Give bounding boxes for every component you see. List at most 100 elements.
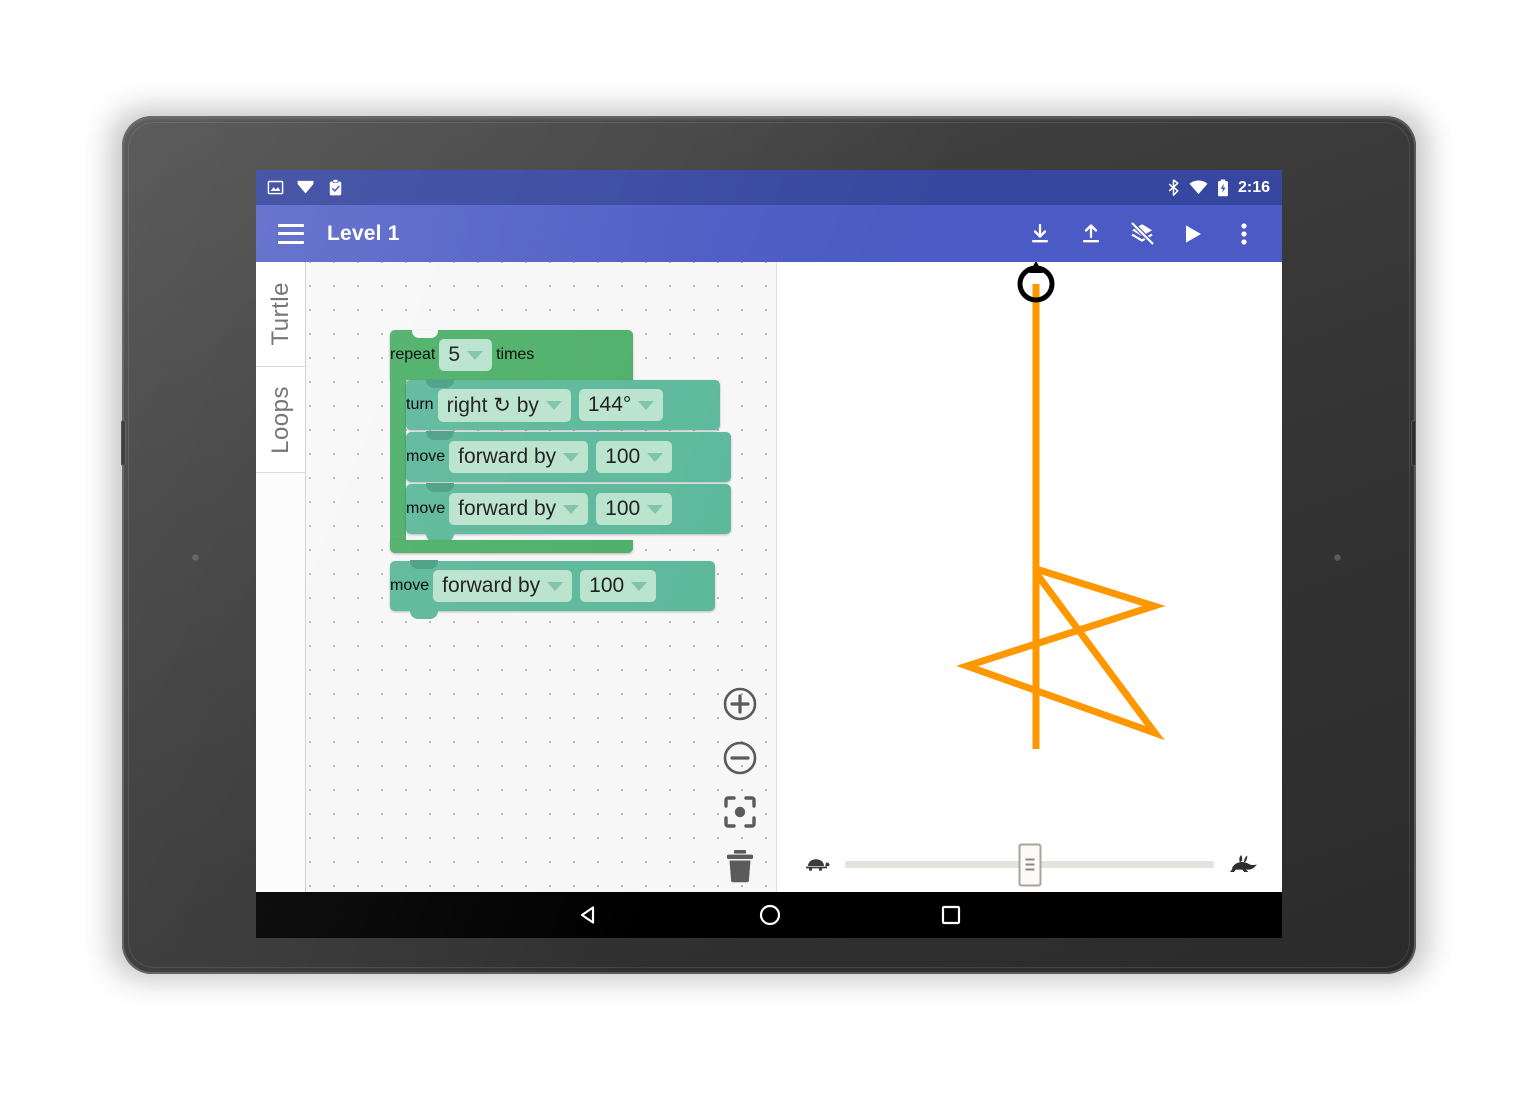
wifi-icon <box>1189 180 1208 195</box>
tab-loops-label: Loops <box>266 385 294 454</box>
chevron-down-icon <box>638 400 655 410</box>
tab-turtle[interactable]: Turtle <box>256 262 305 367</box>
chevron-down-icon <box>647 452 664 462</box>
status-notification-icons <box>256 178 344 197</box>
zoom-out-button[interactable] <box>722 740 758 776</box>
move-direction-field[interactable]: forward by <box>449 493 589 525</box>
status-system-icons: 2:16 <box>1167 179 1282 197</box>
block-move[interactable]: move forward by 100 <box>390 560 715 619</box>
overflow-button[interactable] <box>1231 221 1257 247</box>
clipboard-check-icon <box>327 178 344 197</box>
move-amount-value: 100 <box>589 574 625 597</box>
device-side-button-left <box>121 420 126 466</box>
block-tab <box>410 610 438 619</box>
image-icon <box>267 179 284 196</box>
tablet-screen: 2:16 Level 1 Turtle Loops repeat 5 times… <box>256 170 1282 938</box>
zoom-in-button[interactable] <box>722 686 758 722</box>
block-notch <box>426 431 454 440</box>
android-status-bar: 2:16 <box>256 170 1282 205</box>
battery-icon <box>1217 178 1229 197</box>
block-notch <box>410 560 438 569</box>
hamburger-menu-icon[interactable] <box>278 223 304 244</box>
status-clock: 2:16 <box>1237 178 1270 196</box>
turn-keyword: turn <box>406 396 434 413</box>
page-title: Level 1 <box>327 221 400 245</box>
turtle-canvas[interactable] <box>777 262 1282 892</box>
turtle-path <box>956 284 1166 749</box>
move-direction-field[interactable]: forward by <box>433 570 573 602</box>
move-amount-field[interactable]: 100 <box>596 441 673 473</box>
tabstrip-filler <box>256 473 305 892</box>
block-repeat[interactable]: repeat 5 times turn right ↻ by 144° move… <box>390 330 736 553</box>
speed-slider-thumb[interactable] <box>1018 843 1041 886</box>
move-keyword: move <box>406 500 446 517</box>
tortoise-icon <box>801 852 831 877</box>
blockly-workspace[interactable]: repeat 5 times turn right ↻ by 144° move… <box>306 262 777 892</box>
chevron-down-icon <box>631 581 648 591</box>
app-bar: Level 1 <box>256 205 1282 262</box>
repeat-keyword: repeat <box>390 346 436 363</box>
move-amount-value: 100 <box>605 497 641 520</box>
move-keyword: move <box>390 577 430 594</box>
repeat-footer <box>390 540 633 553</box>
app-bar-actions <box>1027 220 1282 247</box>
move-direction-value: forward by <box>458 445 557 468</box>
repeat-left-bar <box>390 380 406 540</box>
block-notch <box>426 379 454 388</box>
move-keyword: move <box>406 448 446 465</box>
turn-direction-value: right ↻ by <box>446 393 539 417</box>
chevron-down-icon <box>467 350 484 360</box>
bluetooth-icon <box>1167 179 1180 196</box>
chevron-down-icon <box>563 452 580 462</box>
block-move[interactable]: move forward by 100 <box>406 483 731 542</box>
home-button[interactable] <box>758 903 782 927</box>
move-direction-value: forward by <box>442 574 541 597</box>
chevron-down-icon <box>647 504 664 514</box>
turtle-drawing <box>956 262 1166 749</box>
chevron-down-icon <box>545 400 562 410</box>
app-body: Turtle Loops repeat 5 times turn right ↻… <box>256 262 1282 892</box>
layers-off-button[interactable] <box>1129 220 1155 247</box>
repeat-count-value: 5 <box>448 343 461 366</box>
block-repeat-header[interactable]: repeat 5 times <box>390 330 633 380</box>
block-notch <box>412 330 438 338</box>
workspace-controls <box>722 686 758 884</box>
repeat-times-keyword: times <box>496 346 535 363</box>
block-move-after-loop-wrapper: move forward by 100 <box>390 560 715 619</box>
turn-amount-field[interactable]: 144° <box>578 389 664 421</box>
chevron-down-icon <box>547 581 564 591</box>
move-direction-value: forward by <box>458 497 557 520</box>
device-camera-right <box>1334 554 1341 561</box>
turn-direction-field[interactable]: right ↻ by <box>437 388 571 422</box>
screenshot-stage: 2:16 Level 1 Turtle Loops repeat 5 times… <box>0 0 1538 1117</box>
upload-button[interactable] <box>1078 221 1104 247</box>
download-button[interactable] <box>1027 221 1053 247</box>
block-move[interactable]: move forward by 100 <box>406 431 731 482</box>
move-amount-field[interactable]: 100 <box>596 493 673 525</box>
move-amount-value: 100 <box>605 445 641 468</box>
chevron-down-icon <box>563 504 580 514</box>
recents-button[interactable] <box>940 904 962 926</box>
inbox-icon <box>296 180 315 196</box>
center-view-button[interactable] <box>722 794 758 830</box>
android-nav-bar <box>256 892 1282 938</box>
repeat-count-field[interactable]: 5 <box>439 339 493 371</box>
turn-amount-value: 144° <box>587 393 632 416</box>
tab-turtle-label: Turtle <box>266 282 294 346</box>
move-amount-field[interactable]: 100 <box>580 570 657 602</box>
device-side-button-right <box>1411 420 1416 466</box>
speed-slider[interactable] <box>777 843 1282 886</box>
repeat-body: turn right ↻ by 144° move forward by 100… <box>406 379 731 542</box>
block-turn[interactable]: turn right ↻ by 144° <box>406 379 720 430</box>
block-notch <box>426 483 454 492</box>
tab-loops[interactable]: Loops <box>256 367 305 473</box>
back-button[interactable] <box>576 903 600 927</box>
run-button[interactable] <box>1180 221 1206 247</box>
device-camera-left <box>192 554 199 561</box>
hare-icon <box>1228 851 1258 878</box>
move-direction-field[interactable]: forward by <box>449 441 589 473</box>
block-stack: repeat 5 times turn right ↻ by 144° move… <box>390 330 736 619</box>
speed-slider-track[interactable] <box>845 843 1214 886</box>
delete-button[interactable] <box>723 848 757 884</box>
toolbox-tabstrip: Turtle Loops <box>256 262 306 892</box>
